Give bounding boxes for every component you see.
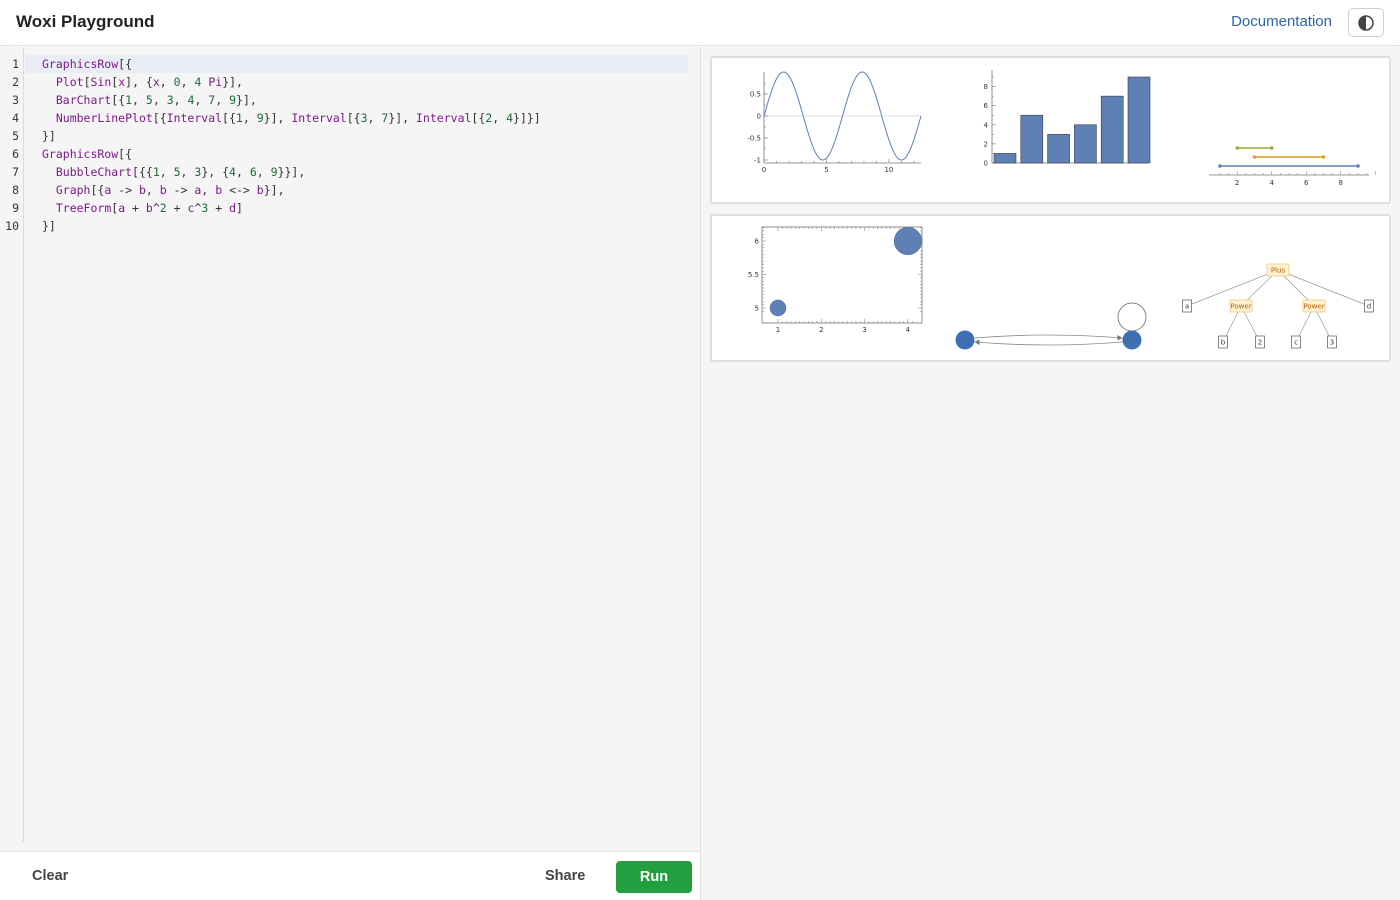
x-tick-label: 4 [906, 326, 911, 334]
code-line: NumberLinePlot[{Interval[{1, 9}], Interv… [55, 111, 541, 125]
x-tick-label: 6 [1304, 179, 1309, 187]
interval-endpoint [1356, 164, 1360, 168]
bar [1047, 134, 1070, 164]
documentation-link[interactable]: Documentation [1231, 13, 1332, 30]
x-tick-label: 5 [824, 166, 828, 174]
bar [1074, 124, 1097, 164]
graph-edge-b-a [974, 341, 1123, 346]
app-header: Woxi Playground Documentation [0, 0, 1400, 46]
code-line: Graph[{a -> b, b -> a, b <-> b}], [55, 183, 285, 197]
code-line: TreeForm[a + b^2 + c^3 + d] [55, 201, 243, 215]
bar [1020, 114, 1044, 164]
y-tick-label: 0 [757, 113, 761, 121]
graph-node [1122, 330, 1142, 350]
graphics-row-2: 1 2 3 4 6 5.5 5 Plus a Power Power d b 2 c 3 [748, 226, 1374, 350]
line-number: 3 [12, 93, 19, 107]
x-tick-label: 8 [1339, 179, 1343, 187]
y-tick-label: 5 [755, 305, 759, 313]
y-tick-label: 0 [984, 160, 988, 168]
code-line: BarChart[{1, 5, 3, 4, 7, 9}], [55, 93, 257, 107]
line-number: 1 [12, 57, 19, 71]
line-number: 2 [12, 75, 19, 89]
interval-endpoint [1252, 155, 1257, 159]
graph-edge-a-b [974, 334, 1123, 339]
graph-arrowhead [974, 339, 980, 345]
tree-node-label: c [1294, 339, 1298, 347]
y-tick-label: -0.5 [747, 135, 761, 143]
line-number: 6 [12, 147, 19, 161]
graph-self-loop [1117, 302, 1147, 332]
interval-endpoint [1269, 146, 1274, 150]
x-tick-label: 2 [819, 326, 823, 334]
code-line: Plot[Sin[x], {x, 0, 4 Pi}], [55, 75, 243, 89]
y-tick-label: -1 [754, 157, 761, 165]
line-number: 5 [12, 129, 19, 143]
code-line: BubbleChart[{{1, 5, 3}, {4, 6, 9}}], [55, 165, 306, 179]
interval-endpoint [1321, 155, 1326, 159]
y-tick-label: 6 [755, 238, 760, 246]
code-line: }] [42, 219, 56, 233]
y-tick-label: 6 [984, 102, 989, 110]
tree-node-label: Power [1303, 303, 1324, 311]
line-number: 8 [12, 183, 19, 197]
bubble [893, 227, 922, 255]
graph-arrowhead [1117, 335, 1123, 341]
code-line: GraphicsRow[{ [42, 57, 133, 71]
line-number: 4 [12, 111, 19, 125]
interval-endpoint [1235, 146, 1240, 150]
output-card-row-2: 1 2 3 4 6 5.5 5 Plus a Power Power d b 2 c 3 [710, 214, 1391, 362]
code-line: }] [42, 129, 56, 143]
x-tick-label: 2 [1235, 179, 1239, 187]
x-tick-label: 3 [862, 326, 866, 334]
line-number: 9 [12, 201, 19, 215]
y-tick-label: 8 [984, 83, 988, 91]
x-tick-label: 1 [776, 326, 780, 334]
tree-node-label: d [1367, 303, 1371, 311]
editor-footer: Clear Share Run [0, 851, 700, 900]
tree-node-label: Power [1230, 303, 1251, 311]
x-tick-label: 0 [762, 166, 766, 174]
tree-node-label: a [1185, 303, 1189, 311]
tree-node-label: 2 [1258, 339, 1262, 347]
contrast-icon [1358, 14, 1374, 31]
line-number-gutter: 1 2 3 4 5 6 7 8 9 10 [0, 47, 24, 842]
bubble [769, 299, 787, 317]
y-tick-label: 4 [984, 121, 989, 129]
line-number: 10 [5, 219, 19, 233]
code-content[interactable]: GraphicsRow[{ Plot[Sin[x], {x, 0, 4 Pi}]… [42, 55, 541, 235]
share-button[interactable]: Share [545, 868, 585, 884]
x-tick-label: 10 [884, 166, 893, 174]
code-line: GraphicsRow[{ [42, 147, 133, 161]
bar [1100, 95, 1124, 164]
output-card-row-1: 0 5 10 0.5 0 -0.5 -1 8 6 4 2 0 2 4 6 8 [710, 56, 1391, 204]
line-number: 7 [12, 165, 19, 179]
tree-node-label: 3 [1330, 339, 1334, 347]
x-tick-label: 4 [1270, 179, 1275, 187]
theme-toggle-button[interactable] [1348, 8, 1384, 37]
graphics-row-1: 0 5 10 0.5 0 -0.5 -1 8 6 4 2 0 2 4 6 8 [747, 70, 1376, 187]
run-button[interactable]: Run [616, 861, 692, 893]
tree-node-label: b [1221, 339, 1226, 347]
interval-endpoint [1218, 164, 1222, 168]
code-editor[interactable]: 1 2 3 4 5 6 7 8 9 10 GraphicsRow[{ Plot[Sin[x], {… [0, 47, 700, 851]
bar [993, 153, 1017, 164]
app-title: Woxi Playground [16, 12, 155, 31]
clear-button[interactable]: Clear [32, 868, 68, 884]
tree-node-root-label: Plus [1271, 267, 1286, 275]
graph-node [955, 330, 975, 350]
y-tick-label: 0.5 [750, 91, 761, 99]
output-pane: 0 5 10 0.5 0 -0.5 -1 8 6 4 2 0 2 4 6 8 1 2 3 4 6 5.5 5 Plus a Po… [701, 47, 1400, 900]
y-tick-label: 5.5 [748, 271, 759, 279]
bar [1127, 76, 1151, 164]
y-tick-label: 2 [984, 140, 988, 148]
